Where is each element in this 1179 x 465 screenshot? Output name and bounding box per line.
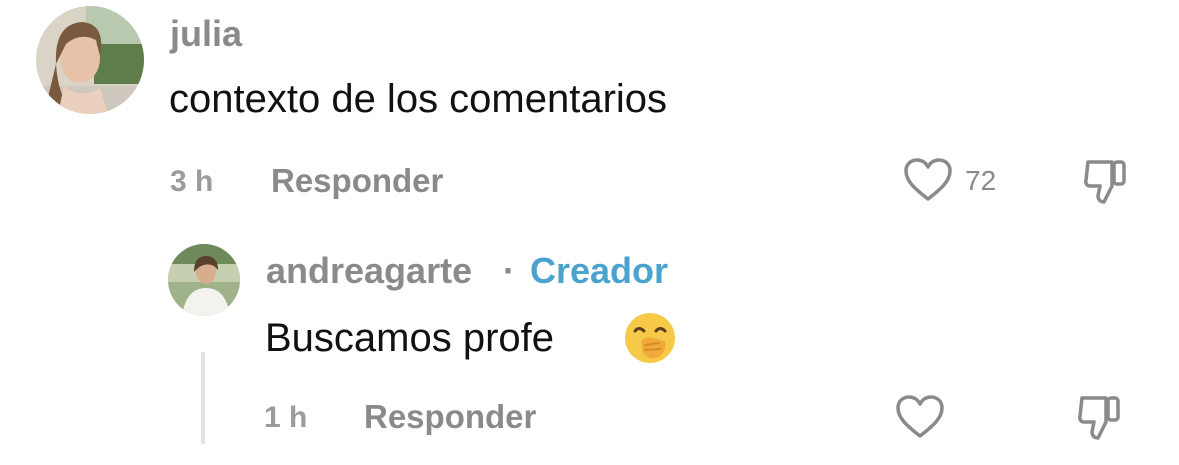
avatar-andreagarte[interactable]: [168, 244, 240, 316]
like-count: 72: [965, 165, 997, 196]
comment-timestamp: 3 h: [170, 165, 214, 198]
reply-reply-button[interactable]: Responder: [364, 398, 536, 436]
face-with-hand-over-mouth-emoji: [623, 311, 677, 365]
avatar-image: [168, 244, 240, 316]
thumbs-down-icon[interactable]: [1082, 156, 1130, 206]
avatar-julia[interactable]: [36, 6, 144, 114]
comment-text: contexto de los comentarios: [169, 77, 668, 121]
reply-text: Buscamos profe: [265, 316, 555, 360]
avatar-image: [36, 6, 144, 114]
heart-icon[interactable]: [895, 394, 945, 440]
reply-username[interactable]: andreagarte: [266, 251, 472, 291]
creator-badge: Creador: [530, 250, 669, 291]
comment-username[interactable]: julia: [170, 14, 242, 54]
heart-icon[interactable]: [903, 157, 953, 203]
separator-dot: ·: [503, 250, 515, 291]
reply-timestamp: 1 h: [264, 401, 308, 434]
thumbs-down-icon[interactable]: [1076, 392, 1124, 442]
comment-reply-button[interactable]: Responder: [271, 162, 443, 200]
thread-line: [201, 352, 205, 444]
